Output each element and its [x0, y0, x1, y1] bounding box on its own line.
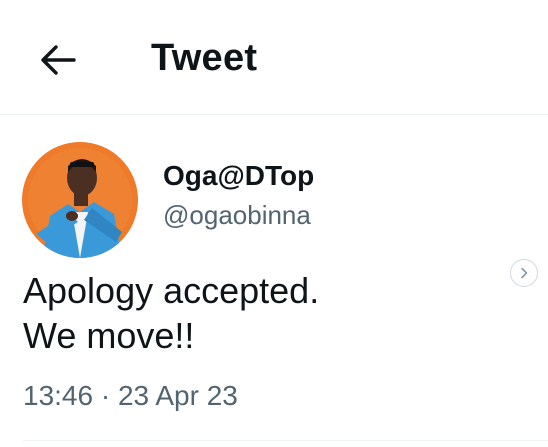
more-button[interactable]: [510, 259, 538, 287]
chevron-right-circle-icon: [521, 267, 528, 279]
arrow-left-icon: [41, 45, 76, 75]
back-button[interactable]: [32, 38, 82, 82]
tweet-text: Apology accepted. We move!!: [23, 268, 319, 358]
page-title: Tweet: [151, 37, 258, 79]
header-divider: [0, 114, 548, 115]
tweet-text-line: We move!!: [23, 315, 195, 356]
author-display-name[interactable]: Oga@DTop: [163, 160, 314, 192]
avatar-image: [22, 142, 138, 258]
tweet-timestamp[interactable]: 13:46 · 23 Apr 23: [23, 380, 238, 412]
top-bar: Tweet: [0, 0, 548, 114]
tweet-text-line: Apology accepted.: [23, 270, 320, 311]
bottom-divider: [23, 440, 548, 441]
avatar[interactable]: [22, 142, 138, 258]
author-handle[interactable]: @ogaobinna: [163, 200, 311, 231]
timestamp-separator: ·: [100, 380, 111, 411]
tweet-date: 23 Apr 23: [117, 380, 238, 411]
tweet-time: 13:46: [23, 380, 94, 411]
